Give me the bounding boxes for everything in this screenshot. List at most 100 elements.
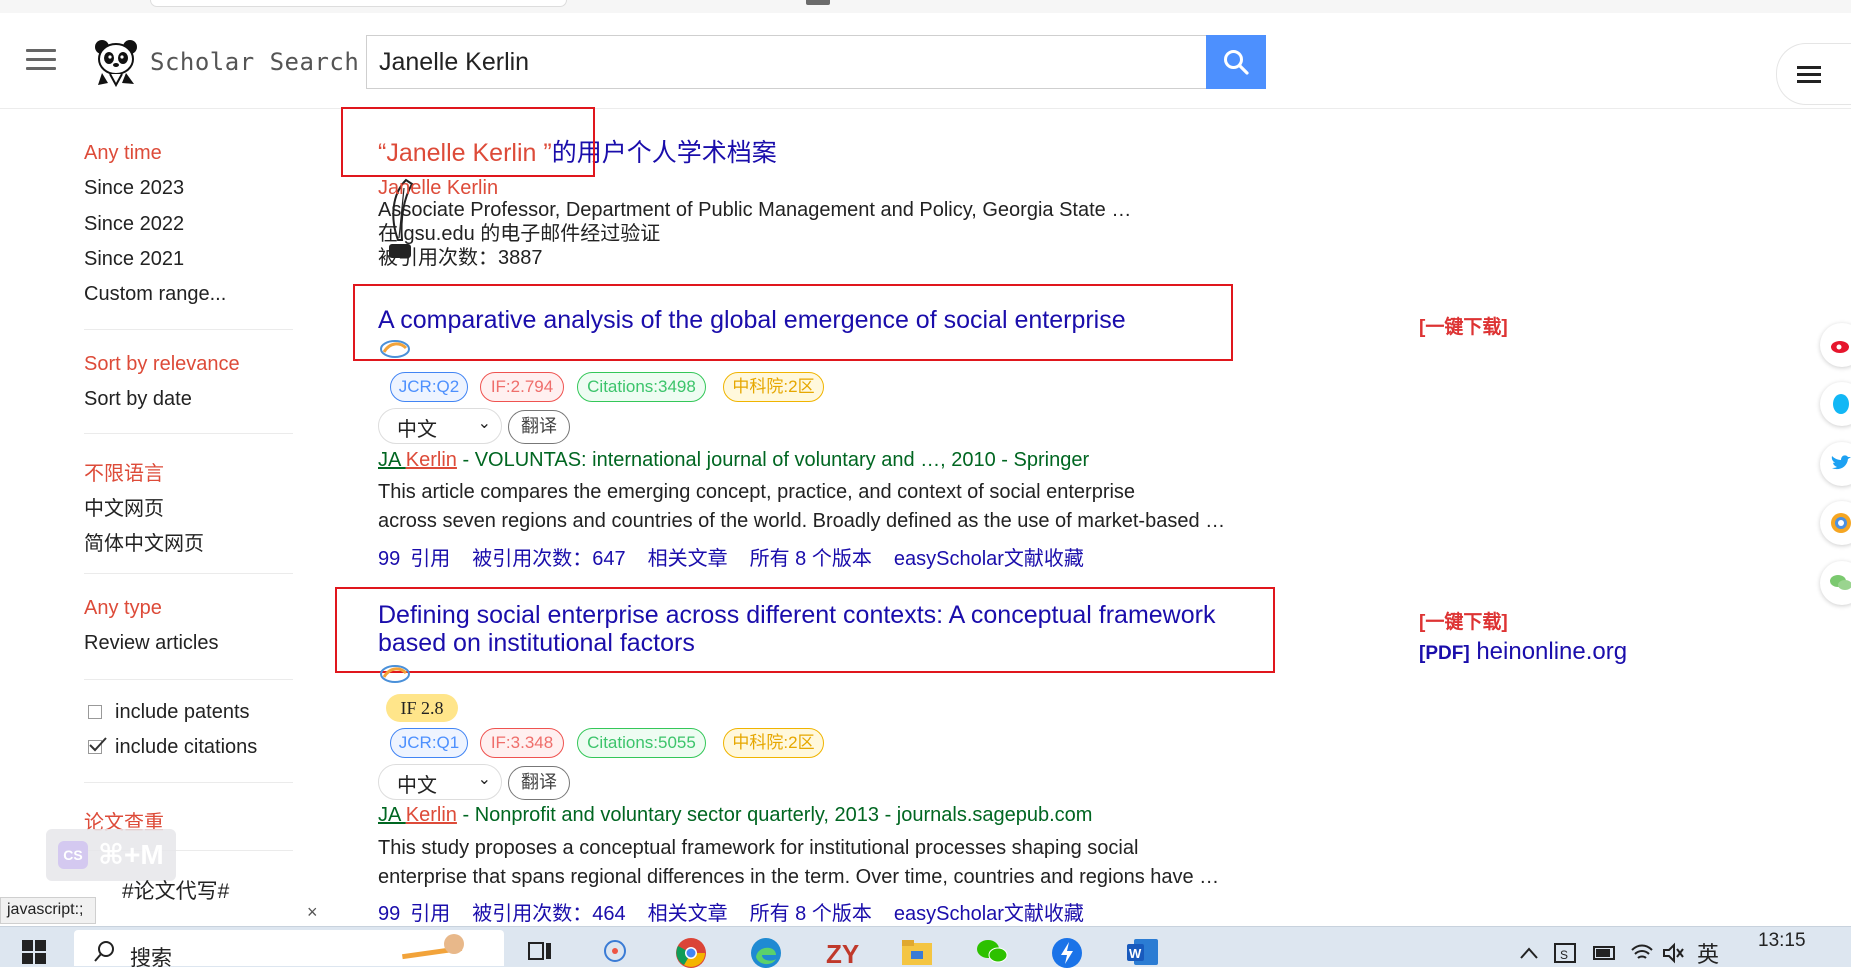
quote-icon[interactable]: 99 [378, 548, 400, 570]
status-bar-url: javascript:; [0, 897, 96, 924]
wechat-share-button[interactable] [1820, 561, 1851, 605]
profile-citations: 被引用次数：3887 [378, 247, 543, 269]
sci-hub-icon[interactable] [380, 338, 410, 360]
filter-custom-range[interactable]: Custom range... [84, 283, 226, 306]
result-snippet-line: across seven regions and countries of th… [378, 510, 1226, 532]
taskbar-search[interactable]: 搜索 [74, 930, 504, 970]
include-patents-label[interactable]: include patents [115, 701, 250, 724]
chevron-up-icon[interactable] [1519, 946, 1539, 960]
check-icon [89, 737, 107, 752]
task-view-icon[interactable] [526, 937, 556, 966]
browser-tab-marker [806, 0, 830, 5]
translate-button[interactable]: 翻译 [508, 410, 570, 444]
pdf-tag: [PDF] [1419, 643, 1470, 664]
hamburger-menu-icon[interactable] [26, 49, 56, 71]
sci-hub-icon[interactable] [380, 663, 410, 685]
related-articles-link[interactable]: 相关文章 [648, 903, 728, 925]
lang-any[interactable]: 不限语言 [84, 457, 164, 486]
browser-tab[interactable] [150, 0, 567, 7]
cas-zone-badge: 中科院:2区 [723, 372, 824, 402]
result-meta: JA Kerlin - Nonprofit and voluntary sect… [378, 804, 1092, 827]
one-click-download-link[interactable]: [一键下载] [1419, 607, 1508, 634]
panda-logo-icon[interactable] [88, 37, 148, 87]
author-initials[interactable]: JA [378, 804, 406, 826]
author-link[interactable]: Kerlin [406, 449, 457, 471]
right-menu-button[interactable] [1776, 43, 1851, 105]
tray-app-icon[interactable]: S [1552, 940, 1578, 966]
language-select-value: 中文 [397, 775, 437, 797]
annotation-box [353, 284, 1233, 361]
input-language-indicator[interactable]: 英 [1697, 937, 1719, 969]
type-any[interactable]: Any type [84, 597, 162, 620]
battery-icon[interactable] [1592, 943, 1618, 963]
type-review-articles[interactable]: Review articles [84, 632, 218, 655]
qq-share-button[interactable] [1820, 382, 1851, 426]
impact-factor-badge: IF:2.794 [480, 372, 564, 402]
pdf-link[interactable]: [PDF] heinonline.org [1419, 638, 1627, 666]
easyscholar-collect-link[interactable]: easyScholar文献收藏 [894, 903, 1084, 925]
wechat-taskbar-icon[interactable] [976, 937, 1008, 966]
cited-by-link[interactable]: 被引用次数：647 [472, 548, 625, 570]
qq-icon [1833, 394, 1849, 414]
weibo-share-button[interactable] [1820, 323, 1851, 367]
close-icon[interactable]: × [307, 902, 318, 923]
all-versions-link[interactable]: 所有 8 个版本 [750, 903, 872, 925]
taskbar-clock[interactable]: 13:15 [1758, 930, 1806, 952]
include-citations-label[interactable]: include citations [115, 736, 257, 759]
windows-start-icon[interactable] [22, 940, 46, 964]
file-explorer-icon[interactable] [901, 937, 932, 966]
search-input[interactable] [379, 36, 1189, 88]
cas-zone-badge: 中科院:2区 [723, 728, 824, 758]
author-initials[interactable]: JA [378, 449, 406, 471]
search-icon [94, 941, 114, 962]
aperture-icon [1831, 513, 1851, 533]
cite-link[interactable]: 引用 [410, 548, 450, 570]
result-meta: JA Kerlin - VOLUNTAS: international jour… [378, 449, 1089, 472]
include-patents-checkbox[interactable] [88, 705, 102, 719]
language-select[interactable]: 中文 ⌄ [378, 408, 502, 444]
sort-by-relevance[interactable]: Sort by relevance [84, 353, 240, 376]
result-source: - Nonprofit and voluntary sector quarter… [456, 804, 1093, 826]
chrome-icon[interactable] [675, 937, 706, 968]
lang-chinese-pages[interactable]: 中文网页 [84, 492, 164, 521]
sidebar-divider [84, 782, 293, 783]
app-icon[interactable] [600, 937, 630, 966]
one-click-download-link[interactable]: [一键下载] [1419, 312, 1508, 339]
volume-muted-icon[interactable] [1662, 942, 1686, 964]
cite-link[interactable]: 引用 [410, 903, 450, 925]
easyscholar-collect-link[interactable]: easyScholar文献收藏 [894, 548, 1084, 570]
include-citations-checkbox[interactable] [88, 737, 107, 754]
quote-icon[interactable]: 99 [378, 903, 400, 925]
result-actions: 99 引用 被引用次数：464 相关文章 所有 8 个版本 easyScholar文献收藏 [378, 897, 1106, 926]
chevron-down-icon: ⌄ [477, 415, 491, 432]
filter-since-2021[interactable]: Since 2021 [84, 248, 184, 271]
cited-by-link[interactable]: 被引用次数：464 [472, 903, 625, 925]
lang-simplified-chinese-pages[interactable]: 简体中文网页 [84, 527, 204, 556]
annotation-box [341, 107, 595, 177]
thunder-icon[interactable] [1051, 937, 1082, 968]
result-actions: 99 引用 被引用次数：647 相关文章 所有 8 个版本 easyScholar文献收藏 [378, 542, 1106, 571]
site-title[interactable]: Scholar Search [150, 48, 359, 76]
wifi-icon[interactable] [1630, 942, 1654, 964]
search-button[interactable] [1206, 35, 1266, 89]
filter-any-time[interactable]: Any time [84, 142, 162, 165]
wechat-icon [1830, 575, 1851, 590]
filter-since-2023[interactable]: Since 2023 [84, 177, 184, 200]
svg-text:ZY: ZY [826, 939, 859, 967]
search-box[interactable] [366, 35, 1206, 89]
related-articles-link[interactable]: 相关文章 [648, 548, 728, 570]
chevron-down-icon: ⌄ [477, 771, 491, 788]
filter-since-2022[interactable]: Since 2022 [84, 213, 184, 236]
edge-icon[interactable] [750, 937, 781, 968]
sort-by-date[interactable]: Sort by date [84, 388, 192, 411]
author-link[interactable]: Kerlin [406, 804, 457, 826]
jcr-badge: JCR:Q1 [390, 728, 468, 758]
translate-button[interactable]: 翻译 [508, 766, 570, 800]
all-versions-link[interactable]: 所有 8 个版本 [750, 548, 872, 570]
twitter-share-button[interactable] [1820, 442, 1851, 486]
language-select[interactable]: 中文 ⌄ [378, 764, 502, 800]
word-icon[interactable]: W [1126, 937, 1158, 966]
zotero-icon[interactable]: ZY [826, 937, 859, 969]
result-source: - VOLUNTAS: international journal of vol… [456, 449, 1090, 471]
moments-share-button[interactable] [1820, 501, 1851, 545]
